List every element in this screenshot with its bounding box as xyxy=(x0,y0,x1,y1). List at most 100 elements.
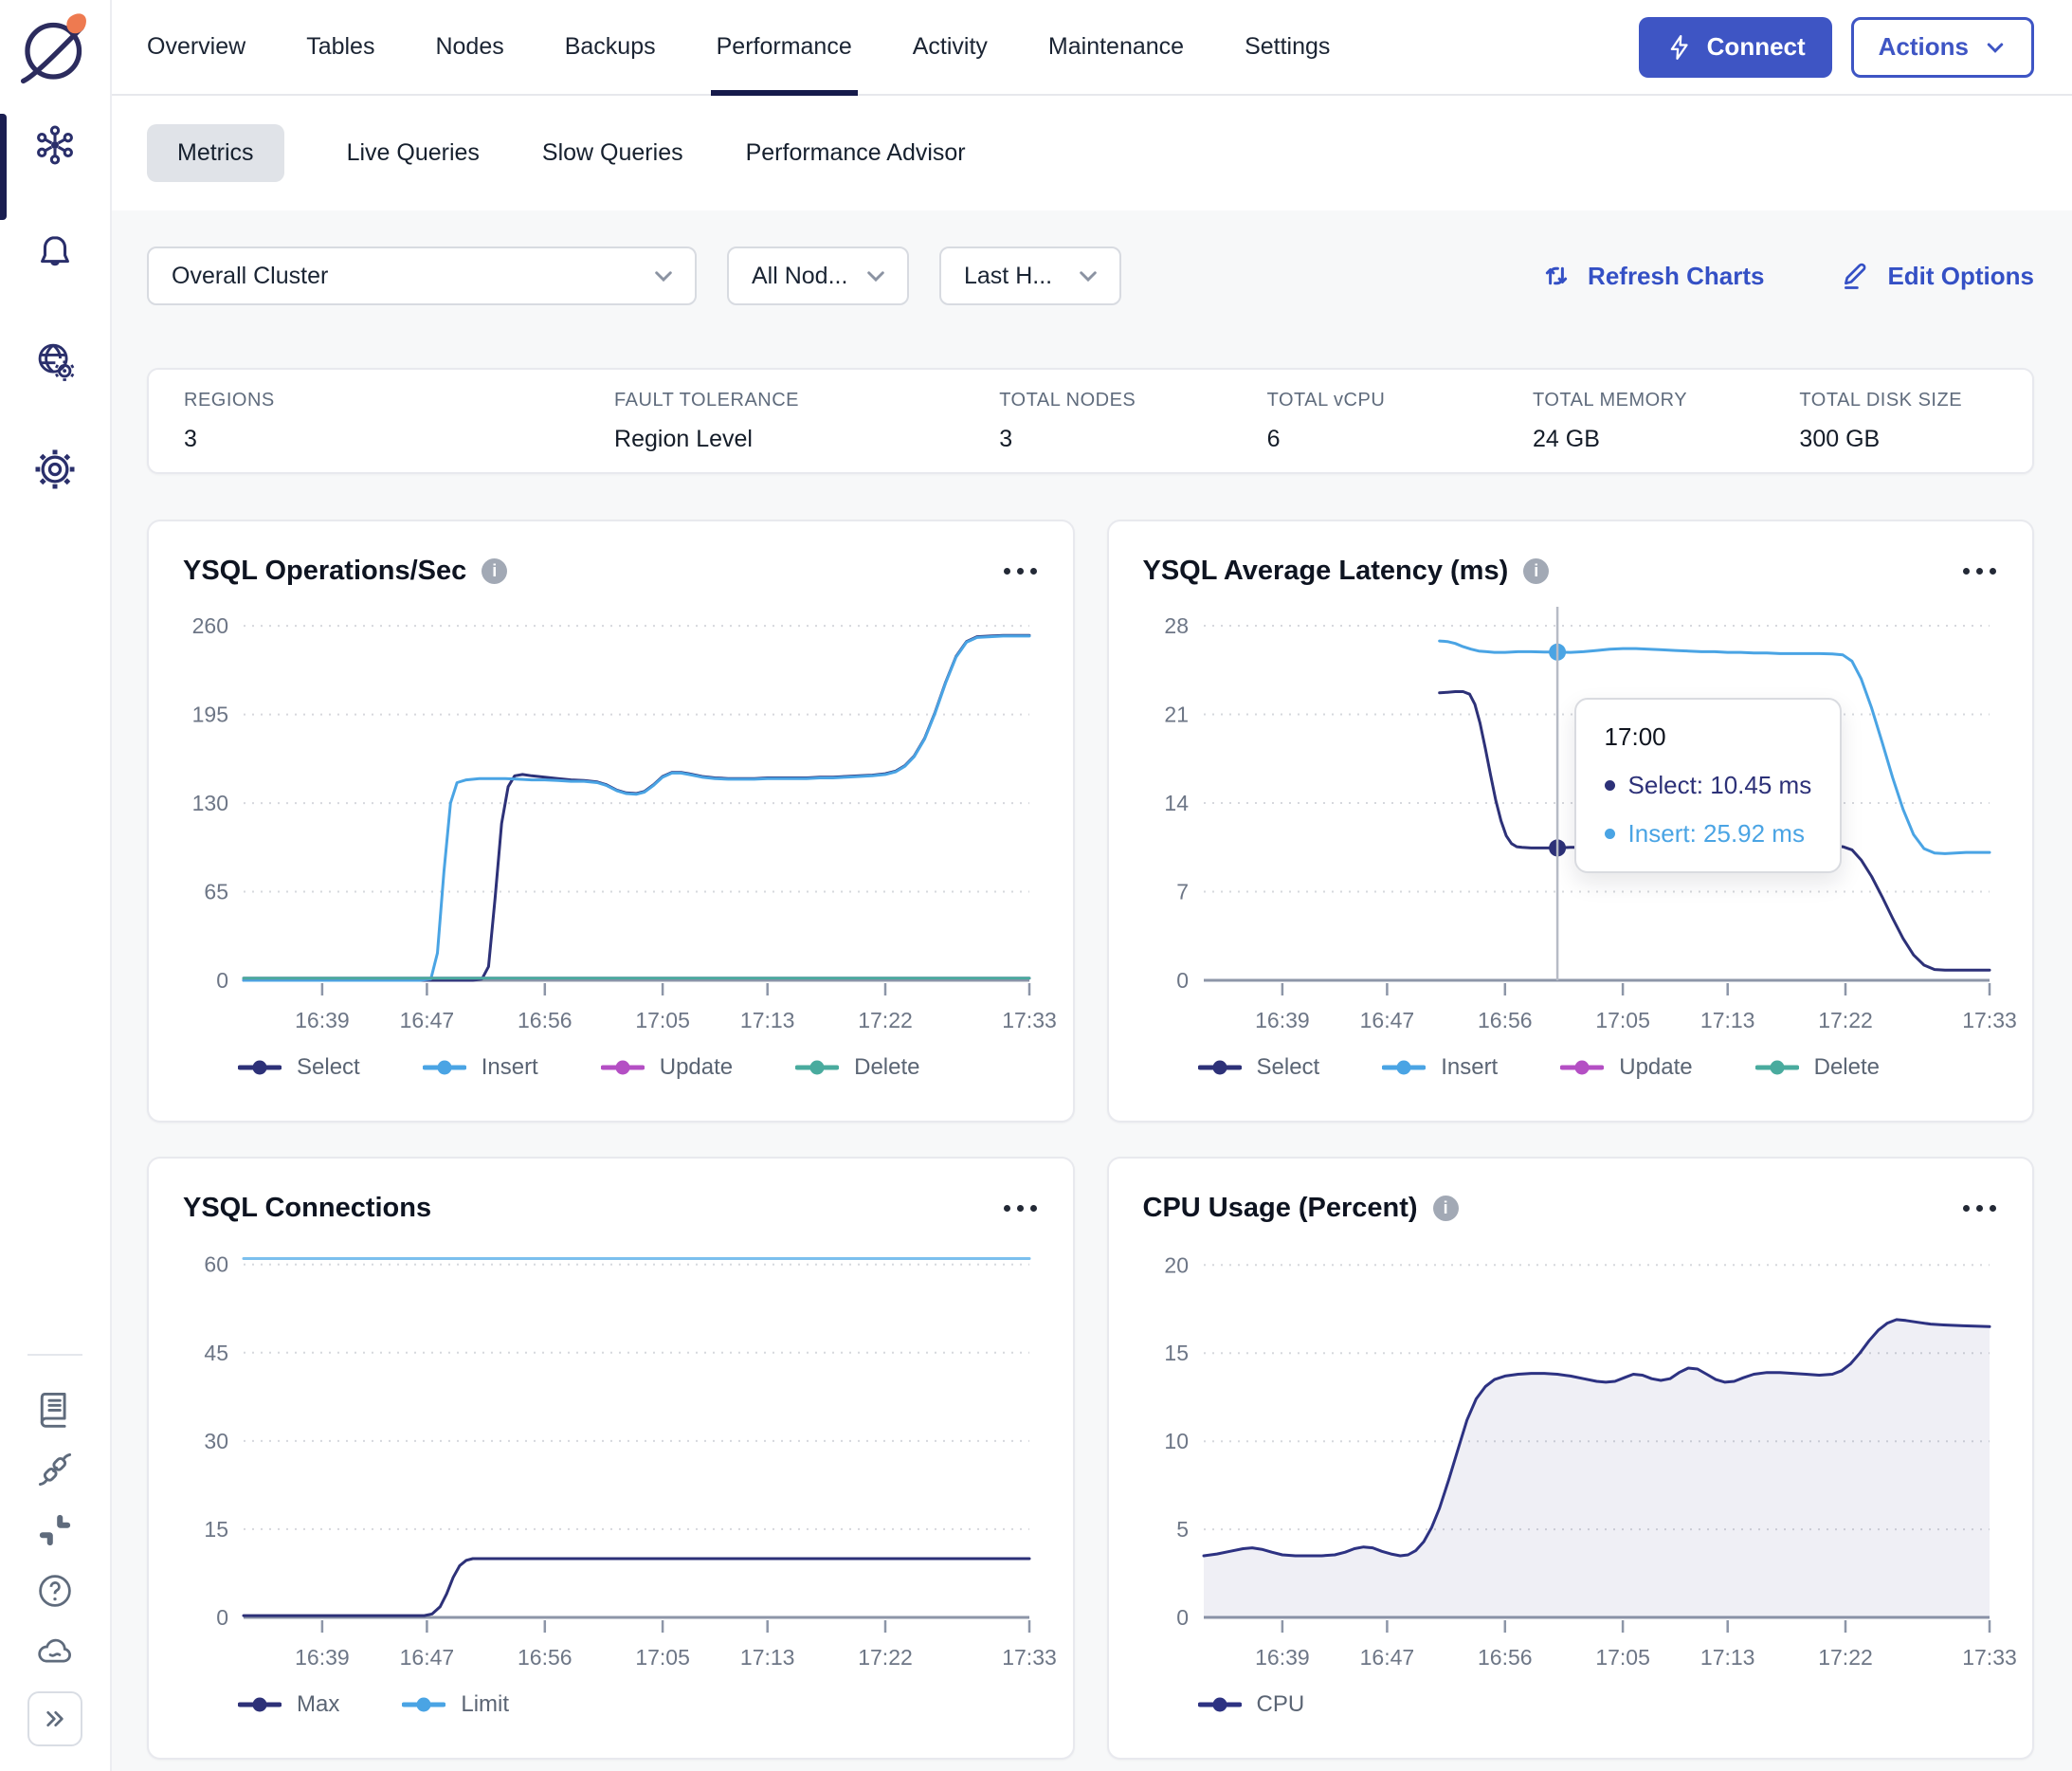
svg-text:0: 0 xyxy=(1176,968,1189,993)
legend-item-delete[interactable]: Delete xyxy=(795,1054,920,1081)
tab-overview[interactable]: Overview xyxy=(147,0,245,94)
info-icon[interactable]: i xyxy=(482,557,508,584)
legend-label: Insert xyxy=(481,1054,538,1080)
svg-text:28: 28 xyxy=(1164,613,1189,638)
tab-performance[interactable]: Performance xyxy=(710,0,858,96)
chart-tooltip: 17:00 Select: 10.45 ms Insert: 25.92 ms xyxy=(1573,698,1843,873)
legend-label: Delete xyxy=(1813,1054,1880,1080)
sidebar-item-settings-icon[interactable] xyxy=(33,447,77,491)
chart-plot-cpu-usage-percent[interactable]: 0 5 10 15 20 16:39 16:47 16:56 17:05 17:13 17:22 17… xyxy=(1143,1232,2016,1678)
chart-menu-dots-icon[interactable] xyxy=(1961,562,1998,580)
svg-text:30: 30 xyxy=(204,1429,228,1453)
chart-plot-ysql-connections[interactable]: 0 15 30 45 60 16:39 16:47 16:56 17:05 17:13 17:22 1… xyxy=(183,1232,1056,1678)
stat-value: 3 xyxy=(999,425,1013,452)
svg-text:10: 10 xyxy=(1164,1429,1189,1453)
sidebar-item-cloud-status-icon[interactable] xyxy=(34,1631,76,1672)
legend-label: Update xyxy=(659,1054,734,1080)
legend-label: Delete xyxy=(854,1054,920,1080)
legend-item-insert[interactable]: Insert xyxy=(422,1054,538,1081)
svg-text:16:47: 16:47 xyxy=(400,1008,455,1032)
subtab-live-queries[interactable]: Live Queries xyxy=(347,139,480,167)
info-icon[interactable]: i xyxy=(1432,1195,1459,1221)
cluster-scope-select[interactable]: Overall Cluster xyxy=(147,246,697,305)
chevron-down-icon xyxy=(1984,36,2007,59)
svg-text:17:05: 17:05 xyxy=(1595,1008,1650,1032)
svg-text:16:39: 16:39 xyxy=(1255,1645,1310,1670)
legend-label: Max xyxy=(297,1691,340,1717)
legend-marker-icon xyxy=(600,1060,645,1075)
tab-settings[interactable]: Settings xyxy=(1245,0,1330,94)
sidebar-item-clusters-icon[interactable] xyxy=(33,123,77,167)
legend-item-update[interactable]: Update xyxy=(600,1054,734,1081)
chart-legend: CPU xyxy=(1197,1691,1999,1718)
chart-title: YSQL Average Latency (ms) xyxy=(1142,555,1509,586)
subtab-slow-queries[interactable]: Slow Queries xyxy=(542,139,683,167)
svg-text:0: 0 xyxy=(216,968,228,993)
refresh-charts-button[interactable]: Refresh Charts xyxy=(1540,260,1764,292)
chart-title: CPU Usage (Percent) xyxy=(1142,1192,1418,1223)
legend-item-update[interactable]: Update xyxy=(1560,1054,1693,1081)
sidebar-collapse-button[interactable] xyxy=(27,1691,82,1746)
time-range-select[interactable]: Last H... xyxy=(939,246,1121,305)
legend-marker-icon xyxy=(1560,1060,1605,1075)
subtab-metrics[interactable]: Metrics xyxy=(147,124,284,182)
chart-plot-ysql-operations-sec[interactable]: 0 65 130 195 260 16:39 16:47 16:56 17:05 17:13 17:… xyxy=(183,595,1057,1041)
legend-item-insert[interactable]: Insert xyxy=(1382,1054,1498,1081)
svg-text:16:56: 16:56 xyxy=(518,1645,573,1670)
edit-options-label: Edit Options xyxy=(1887,261,2034,290)
nodes-select[interactable]: All Nod... xyxy=(727,246,909,305)
stat-label: FAULT TOLERANCE xyxy=(614,389,800,411)
legend-item-select[interactable]: Select xyxy=(1197,1054,1319,1081)
filter-links: Refresh Charts Edit Options xyxy=(1540,260,2034,292)
svg-text:17:33: 17:33 xyxy=(1002,1008,1057,1032)
sidebar-item-docs-icon[interactable] xyxy=(34,1388,76,1430)
chart-plot-ysql-average-latency-ms[interactable]: 0 7 14 21 28 16:39 16:47 16:56 17:05 17:13 17:22 17… xyxy=(1143,595,2016,1041)
legend-marker-icon xyxy=(238,1060,282,1075)
svg-text:16:39: 16:39 xyxy=(295,1645,350,1670)
svg-text:0: 0 xyxy=(1176,1605,1189,1630)
sidebar-item-integrations-icon[interactable] xyxy=(34,1449,76,1490)
subtab-performance-advisor[interactable]: Performance Advisor xyxy=(746,139,966,167)
legend-item-limit[interactable]: Limit xyxy=(402,1691,509,1718)
svg-text:45: 45 xyxy=(204,1341,228,1365)
refresh-charts-label: Refresh Charts xyxy=(1588,261,1765,290)
tooltip-series-dot-icon xyxy=(1604,780,1615,791)
chart-menu-dots-icon[interactable] xyxy=(1002,1199,1039,1217)
chart-legend: Select Insert Update Delete xyxy=(238,1054,1039,1081)
svg-text:17:05: 17:05 xyxy=(635,1008,690,1032)
info-icon[interactable]: i xyxy=(1523,557,1550,584)
legend-marker-icon xyxy=(422,1060,466,1075)
legend-item-select[interactable]: Select xyxy=(238,1054,360,1081)
tab-backups[interactable]: Backups xyxy=(565,0,656,94)
svg-text:17:33: 17:33 xyxy=(1002,1645,1057,1670)
edit-options-button[interactable]: Edit Options xyxy=(1840,260,2034,292)
stat-value: 300 GB xyxy=(1799,425,1881,452)
legend-item-cpu[interactable]: CPU xyxy=(1197,1691,1304,1718)
svg-text:0: 0 xyxy=(216,1605,228,1630)
tab-maintenance[interactable]: Maintenance xyxy=(1048,0,1184,94)
chart-card-cpu-usage-percent: CPU Usage (Percent) i 0 5 10 15 20 16:39 16:47 16… xyxy=(1106,1157,2034,1760)
sidebar-item-regions-icon[interactable] xyxy=(33,339,77,383)
chart-menu-dots-icon[interactable] xyxy=(1002,562,1039,580)
legend-item-delete[interactable]: Delete xyxy=(1754,1054,1880,1081)
svg-text:65: 65 xyxy=(204,880,228,904)
sidebar-item-alerts-icon[interactable] xyxy=(33,231,77,275)
sidebar-item-help-icon[interactable] xyxy=(34,1570,76,1612)
chart-header: YSQL Connections xyxy=(183,1187,1039,1229)
tooltip-series-dot-icon xyxy=(1604,829,1615,839)
charts-grid: YSQL Operations/Sec i 0 65 130 195 260 16:39 16:… xyxy=(147,520,2034,1760)
tab-nodes[interactable]: Nodes xyxy=(435,0,503,94)
chart-legend: Max Limit xyxy=(238,1691,1039,1718)
legend-item-max[interactable]: Max xyxy=(238,1691,339,1718)
actions-button[interactable]: Actions xyxy=(1850,16,2034,78)
sidebar-item-slack-icon[interactable] xyxy=(34,1509,76,1551)
tab-activity[interactable]: Activity xyxy=(913,0,988,94)
main-area: Overview Tables Nodes Backups Performance Act… xyxy=(112,0,2072,1771)
yugabyte-logo-icon[interactable] xyxy=(13,8,97,95)
chart-menu-dots-icon[interactable] xyxy=(1961,1199,1998,1217)
tab-tables[interactable]: Tables xyxy=(306,0,374,94)
connect-button[interactable]: Connect xyxy=(1638,16,1832,78)
lightning-icon xyxy=(1665,33,1694,62)
legend-marker-icon xyxy=(795,1060,840,1075)
nodes-select-value: All Nod... xyxy=(752,262,848,289)
